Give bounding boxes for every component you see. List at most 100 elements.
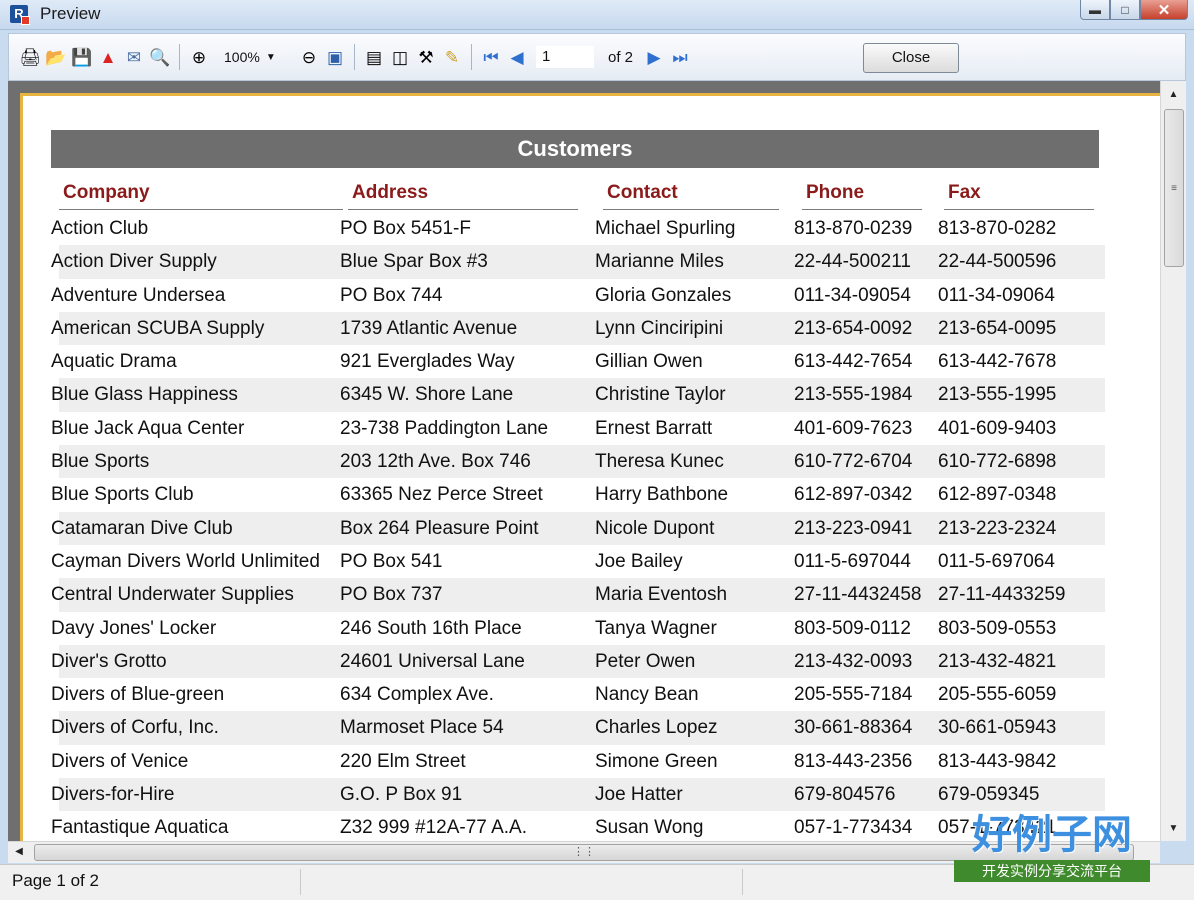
cell-contact: Joe Hatter — [595, 784, 683, 806]
cell-fax: 679-059345 — [938, 784, 1040, 806]
zoom-out-icon[interactable]: ⊖ — [298, 46, 320, 68]
cell-address: 63365 Nez Perce Street — [340, 484, 543, 506]
cell-phone: 612-897-0342 — [794, 484, 913, 506]
outline-icon[interactable]: ▤ — [363, 46, 385, 68]
table-row: Catamaran Dive Club Box 264 Pleasure Poin… — [51, 511, 1105, 545]
table-row: Divers of Corfu, Inc. Marmoset Place 54 Ch… — [51, 711, 1105, 745]
cell-contact: Michael Spurling — [595, 218, 736, 239]
minimize-button[interactable]: ▬ — [1080, 0, 1110, 20]
cell-address: 634 Complex Ave. — [340, 684, 494, 706]
cell-fax: 213-654-0095 — [938, 317, 1057, 339]
next-page-icon[interactable]: ▶ — [643, 46, 665, 68]
cell-fax: 803-509-0553 — [938, 617, 1057, 639]
email-icon[interactable]: ✉ — [123, 46, 145, 68]
cell-phone: 679-804576 — [794, 784, 896, 806]
cell-contact: Simone Green — [595, 750, 718, 772]
cell-fax: 22-44-500596 — [938, 251, 1057, 273]
zoom-value: 100% — [224, 49, 260, 65]
first-page-icon[interactable]: ⏮ — [480, 46, 502, 68]
zoom-select[interactable]: 100% ▼ — [220, 46, 290, 68]
cell-phone: 213-223-0941 — [794, 517, 913, 539]
table-row: Blue Sports Club 63365 Nez Perce Street Ha… — [51, 478, 1105, 511]
cell-company: American SCUBA Supply — [51, 317, 265, 339]
cell-fax: 610-772-6898 — [938, 451, 1057, 473]
cell-phone: 205-555-7184 — [794, 684, 913, 706]
table-row: Fantastique Aquatica Z32 999 #12A-77 A.A.… — [51, 811, 1105, 841]
table-row: Action Club PO Box 5451-F Michael Spurling… — [51, 212, 1105, 245]
cell-contact: Harry Bathbone — [595, 484, 729, 506]
vertical-scrollbar[interactable]: ▲ ≡ ▼ — [1160, 81, 1186, 841]
table-row: Blue Glass Happiness 6345 W. Shore Lane Ch… — [51, 378, 1105, 412]
cell-address: PO Box 541 — [340, 550, 443, 572]
cell-contact: Ernest Barratt — [595, 417, 713, 439]
status-page-text: Page 1 of 2 — [12, 871, 99, 890]
fullscreen-icon[interactable]: ▣ — [324, 46, 346, 68]
zoom-in-icon[interactable]: ⊕ — [188, 46, 210, 68]
cell-company: Cayman Divers World Unlimited — [51, 550, 320, 572]
cell-fax: 011-5-697064 — [938, 550, 1055, 572]
last-page-icon[interactable]: ⏭ — [669, 46, 691, 68]
cell-fax: 613-442-7678 — [938, 351, 1057, 373]
table-row: Divers of Blue-green 634 Complex Ave. Nanc… — [51, 678, 1105, 711]
vertical-scroll-thumb[interactable]: ≡ — [1164, 109, 1184, 267]
thumbnails-icon[interactable]: ◫ — [389, 46, 411, 68]
document-area: Customers Company Address Contact Phone … — [8, 81, 1160, 841]
scroll-up-icon[interactable]: ▲ — [1161, 85, 1186, 105]
find-icon[interactable]: 🔍 — [149, 46, 171, 68]
cell-fax: 27-11-4433259 — [938, 584, 1066, 606]
cell-address: Box 264 Pleasure Point — [340, 517, 539, 539]
toolbar-separator — [179, 44, 180, 70]
cell-address: PO Box 5451-F — [340, 218, 471, 239]
pdf-icon[interactable]: ▲ — [97, 46, 119, 68]
cell-fax: 813-870-0282 — [938, 218, 1057, 239]
maximize-button[interactable]: □ — [1110, 0, 1140, 20]
cell-phone: 011-34-09054 — [794, 284, 911, 306]
cell-address: Z32 999 #12A-77 A.A. — [340, 817, 527, 839]
table-row: Divers-for-Hire G.O. P Box 91 Joe Hatter 67… — [51, 778, 1105, 812]
cell-contact: Christine Taylor — [595, 384, 726, 406]
column-header-fax: Fax — [944, 176, 1094, 210]
page-setup-icon[interactable]: ⚒ — [415, 46, 437, 68]
cell-company: Davy Jones' Locker — [51, 617, 217, 639]
cell-company: Aquatic Drama — [51, 351, 177, 373]
edit-icon[interactable]: ✎ — [441, 46, 463, 68]
cell-phone: 213-654-0092 — [794, 317, 913, 339]
title-bar: R Preview ▬ □ ✕ — [0, 0, 1194, 30]
customer-rows: Action Club PO Box 5451-F Michael Spurling… — [51, 212, 1105, 841]
column-header-phone: Phone — [802, 176, 922, 210]
cell-address: PO Box 737 — [340, 584, 443, 606]
cell-address: 24601 Universal Lane — [340, 650, 525, 672]
close-button[interactable]: Close — [863, 43, 959, 73]
page-number-input[interactable]: 1 — [536, 46, 594, 68]
table-row: Central Underwater Supplies PO Box 737 Mar… — [51, 578, 1105, 612]
cell-phone: 011-5-697044 — [794, 550, 911, 572]
cell-company: Central Underwater Supplies — [51, 584, 294, 606]
cell-address: 921 Everglades Way — [340, 351, 515, 373]
column-header-company: Company — [59, 176, 343, 210]
cell-company: Action Club — [51, 218, 149, 239]
open-icon[interactable]: 📂 — [45, 46, 67, 68]
app-logo-icon: R — [10, 5, 30, 25]
cell-contact: Theresa Kunec — [595, 451, 724, 473]
cell-address: Blue Spar Box #3 — [340, 251, 488, 273]
toolbar: 🖨 📂 💾 ▲ ✉ 🔍 ⊕ 100% ▼ ⊖ ▣ ▤ ◫ ⚒ ✎ ⏮ ◀ 1 o… — [8, 33, 1186, 81]
column-header-address: Address — [348, 176, 578, 210]
table-row: Aquatic Drama 921 Everglades Way Gillian O… — [51, 345, 1105, 378]
cell-company: Fantastique Aquatica — [51, 817, 229, 839]
print-icon[interactable]: 🖨 — [19, 46, 41, 68]
cell-phone: 27-11-4432458 — [794, 584, 922, 606]
table-row: Blue Sports 203 12th Ave. Box 746 Theresa … — [51, 445, 1105, 479]
column-header-contact: Contact — [603, 176, 779, 210]
table-row: Diver's Grotto 24601 Universal Lane Peter … — [51, 644, 1105, 679]
prev-page-icon[interactable]: ◀ — [506, 46, 528, 68]
scroll-left-icon[interactable]: ◀ — [10, 842, 28, 862]
cell-contact: Susan Wong — [595, 817, 704, 839]
cell-contact: Marianne Miles — [595, 251, 724, 273]
cell-phone: 613-442-7654 — [794, 351, 913, 373]
table-row: American SCUBA Supply 1739 Atlantic Avenu… — [51, 311, 1105, 346]
save-icon[interactable]: 💾 — [71, 46, 93, 68]
cell-address: 220 Elm Street — [340, 750, 466, 772]
scroll-down-icon[interactable]: ▼ — [1161, 819, 1186, 839]
close-window-button[interactable]: ✕ — [1140, 0, 1188, 20]
cell-address: G.O. P Box 91 — [340, 784, 463, 806]
